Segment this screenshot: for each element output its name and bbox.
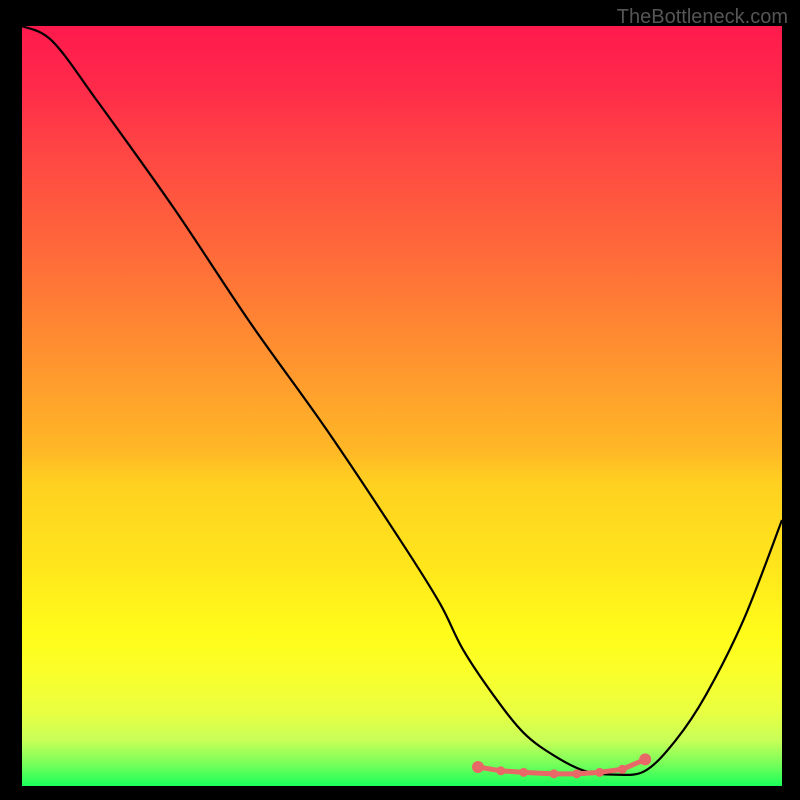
- plot-area: [22, 26, 782, 786]
- optimal-marker: [618, 765, 627, 774]
- optimal-marker: [550, 769, 559, 778]
- watermark-text: TheBottleneck.com: [617, 6, 788, 29]
- bottleneck-curve: [22, 26, 782, 775]
- optimal-marker: [639, 753, 651, 765]
- optimal-marker: [519, 768, 528, 777]
- optimal-marker: [595, 768, 604, 777]
- optimal-marker: [472, 761, 484, 773]
- optimal-marker-link: [524, 772, 554, 774]
- curve-layer: [22, 26, 782, 775]
- optimal-marker: [572, 769, 581, 778]
- optimal-marker: [496, 766, 505, 775]
- chart-svg: [22, 26, 782, 786]
